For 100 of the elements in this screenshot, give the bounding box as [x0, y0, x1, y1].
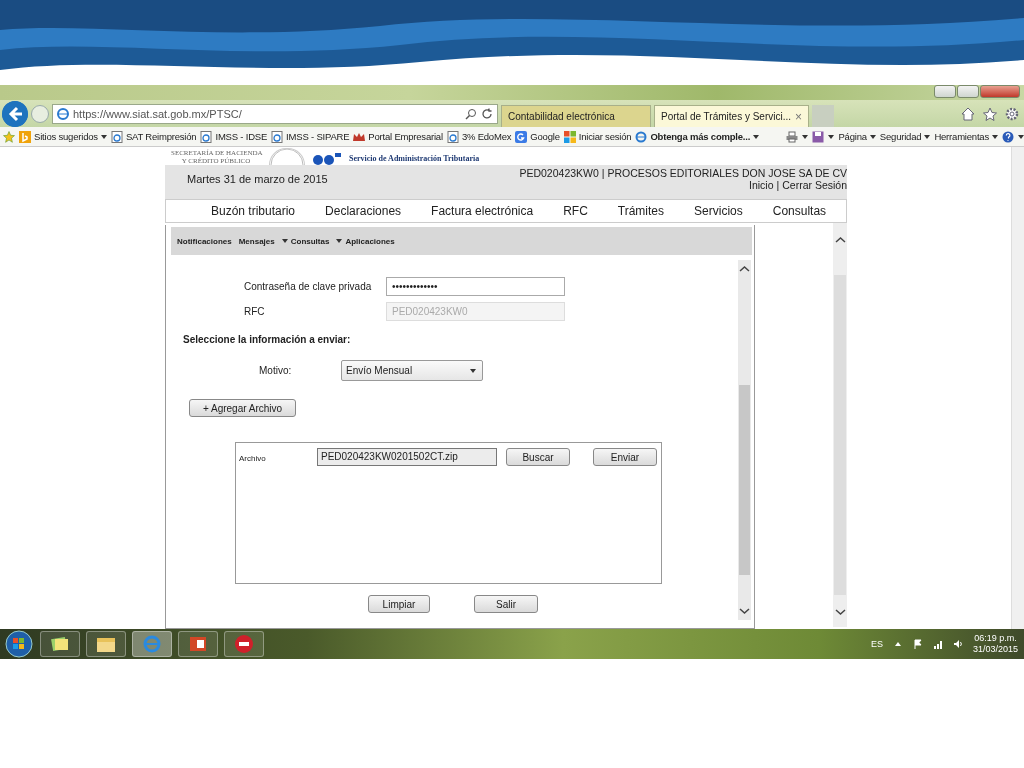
save-icon[interactable]: [812, 130, 825, 143]
input-field[interactable]: •••••••••••••: [386, 277, 565, 296]
search-icon[interactable]: [465, 107, 477, 120]
browser-icon[interactable]: [635, 130, 648, 143]
favorite-link[interactable]: Iniciar sesión: [578, 131, 632, 142]
clock-time[interactable]: 06:19 p.m.: [974, 633, 1017, 644]
scroll-down-icon[interactable]: [834, 608, 846, 616]
field-label: Archivo: [238, 453, 267, 463]
menu-command[interactable]: Página: [838, 131, 867, 142]
browser-tab[interactable]: Contabilidad electrónica: [501, 105, 651, 127]
scrollbar[interactable]: [738, 260, 751, 620]
browse-button[interactable]: Buscar: [506, 448, 570, 466]
scrollbar[interactable]: [1011, 147, 1024, 629]
notes-icon: [49, 634, 71, 654]
back-button[interactable]: [2, 100, 28, 127]
field-label: Contraseña de clave privada: [243, 281, 373, 292]
caret-icon[interactable]: [281, 239, 288, 243]
printer-icon[interactable]: [786, 130, 799, 143]
scroll-up-icon[interactable]: [834, 236, 846, 244]
caret-icon[interactable]: [753, 134, 760, 139]
menu-item[interactable]: Buzón tributario: [211, 204, 296, 218]
scroll-thumb[interactable]: [834, 275, 846, 595]
windows-icon[interactable]: [563, 130, 576, 143]
refresh-icon[interactable]: [481, 107, 493, 120]
browser-icon: [57, 107, 69, 120]
google-icon[interactable]: [515, 130, 528, 143]
field-label: Motivo:: [258, 365, 293, 376]
menu-command[interactable]: Seguridad: [879, 131, 922, 142]
add-file-button[interactable]: + Agregar Archivo: [189, 399, 296, 417]
favorite-link[interactable]: Portal Empresarial: [368, 131, 443, 142]
favorite-link[interactable]: SAT Reimpresión: [125, 131, 197, 142]
clear-button[interactable]: Limpiar: [368, 595, 430, 613]
star-icon[interactable]: [983, 106, 997, 121]
webpage-icon[interactable]: [446, 130, 459, 143]
menu-command[interactable]: Herramientas: [934, 131, 989, 142]
scrollbar[interactable]: [833, 223, 847, 627]
caret-icon[interactable]: [802, 134, 809, 139]
language-indicator[interactable]: ES: [870, 639, 883, 649]
clock-date[interactable]: 31/03/2015: [972, 644, 1018, 655]
caret-icon[interactable]: [1018, 134, 1024, 139]
caret-icon[interactable]: [992, 134, 998, 139]
submenu-item[interactable]: Notificaciones: [177, 236, 232, 246]
caret-icon[interactable]: [924, 134, 931, 139]
webpage-icon[interactable]: [200, 130, 213, 143]
webpage-icon[interactable]: [271, 130, 284, 143]
submenu-item[interactable]: Mensajes: [238, 236, 275, 246]
volume-icon[interactable]: [952, 639, 963, 649]
help-icon[interactable]: [1002, 130, 1014, 143]
maximize-button[interactable]: [957, 85, 979, 98]
menu-item[interactable]: RFC: [563, 204, 588, 218]
favorite-link[interactable]: Sitios sugeridos: [34, 131, 98, 142]
scroll-thumb[interactable]: [739, 385, 750, 575]
submenu-item[interactable]: Aplicaciones: [345, 236, 395, 246]
file-field[interactable]: PED020423KW0201502CT.zip: [317, 448, 497, 466]
flag-icon[interactable]: [912, 639, 923, 649]
favorite-link[interactable]: Obtenga más comple...: [650, 131, 751, 142]
dropdown[interactable]: Envío Mensual: [341, 360, 483, 381]
minimize-button[interactable]: [934, 85, 956, 98]
link-separator: |: [776, 179, 780, 191]
webpage-icon[interactable]: [110, 130, 123, 143]
taskbar-button[interactable]: [86, 631, 126, 657]
favorite-link[interactable]: 3% EdoMex: [461, 131, 512, 142]
favorite-link[interactable]: IMSS - IDSE: [215, 131, 268, 142]
signal-icon[interactable]: [932, 639, 943, 649]
date-label: Martes 31 de marzo de 2015: [186, 172, 328, 187]
header-link[interactable]: Cerrar Sesión: [782, 179, 847, 191]
browser-tab[interactable]: Portal de Trámites y Servici... ×: [654, 105, 810, 127]
field-label: RFC: [243, 306, 266, 317]
favorite-link[interactable]: IMSS - SIPARE: [286, 131, 350, 142]
menu-item[interactable]: Servicios: [694, 204, 743, 218]
taskbar-button[interactable]: [224, 631, 264, 657]
section-title: Seleccione la información a enviar:: [183, 334, 352, 345]
caret-icon[interactable]: [336, 239, 343, 243]
header-link[interactable]: Inicio: [748, 179, 774, 191]
exit-button[interactable]: Salir: [474, 595, 538, 613]
caret-icon[interactable]: [869, 134, 876, 139]
caret-icon[interactable]: [828, 134, 835, 139]
app-icon: [233, 634, 255, 654]
menu-item[interactable]: Declaraciones: [325, 204, 402, 218]
menu-item[interactable]: Factura electrónica: [431, 204, 534, 218]
start-button[interactable]: [4, 630, 34, 658]
home-icon[interactable]: [961, 106, 975, 121]
presentation-icon: [187, 634, 209, 654]
scroll-down-icon[interactable]: [739, 607, 750, 615]
send-button[interactable]: Enviar: [593, 448, 657, 466]
browser-icon: [141, 634, 163, 654]
user-name: PED020423KW0 | PROCESOS EDITORIALES DON JOSE SA DE CV: [519, 166, 847, 179]
settings-icon[interactable]: [1005, 106, 1019, 121]
scroll-up-icon[interactable]: [739, 265, 750, 273]
favorites-star-icon[interactable]: [3, 130, 15, 143]
taskbar-button[interactable]: [40, 631, 80, 657]
caret-icon[interactable]: [100, 134, 107, 139]
menu-item[interactable]: Consultas: [772, 204, 827, 218]
address-field[interactable]: https://www.siat.sat.gob.mx/PTSC/: [52, 103, 498, 124]
menu-item[interactable]: Trámites: [617, 204, 665, 218]
close-tab-icon[interactable]: ×: [795, 109, 803, 124]
submenu-item[interactable]: Consultas: [290, 236, 330, 246]
caret-icon[interactable]: [470, 368, 476, 373]
taskbar-button[interactable]: [178, 631, 218, 657]
favorite-link[interactable]: Google: [530, 131, 560, 142]
